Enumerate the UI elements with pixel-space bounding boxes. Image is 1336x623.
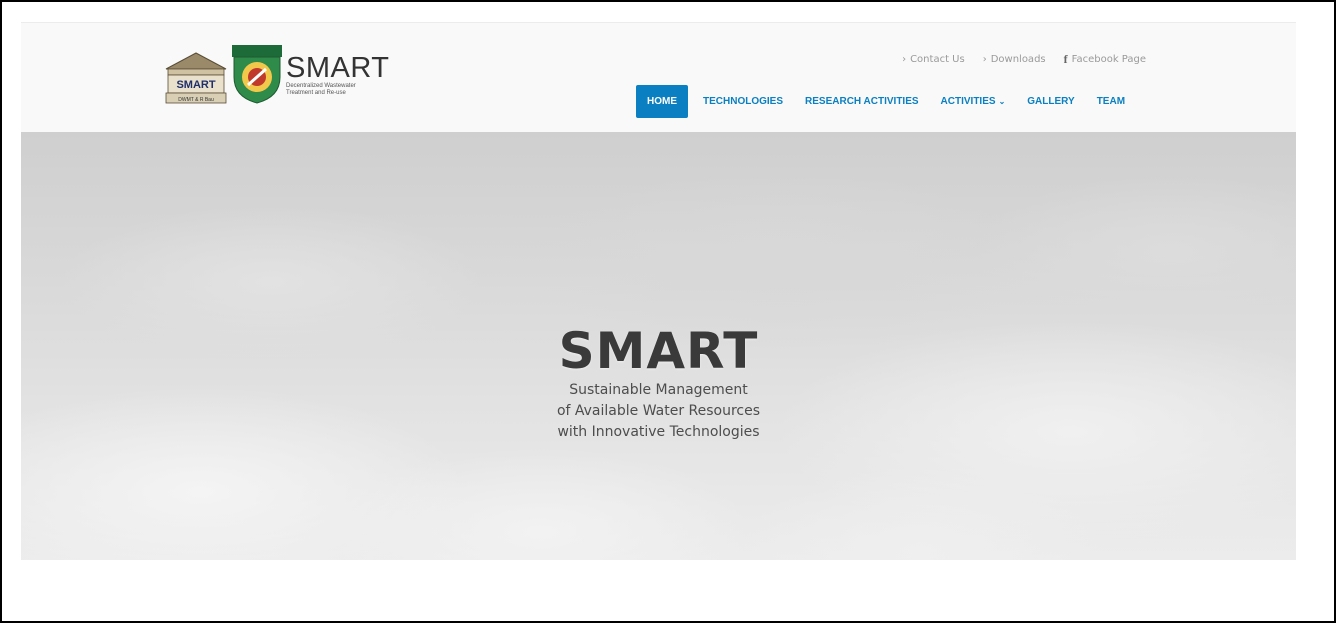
facebook-icon: f: [1063, 52, 1068, 66]
nav-activities[interactable]: ACTIVITIES ⌄: [930, 85, 1017, 118]
nav-activities-label: ACTIVITIES: [940, 96, 996, 107]
website: SMART DWMT & R Bau SMART Decentralized W…: [21, 22, 1296, 560]
building-badge-text: SMART: [176, 79, 215, 91]
hero-tagline-line-1: Sustainable Management: [569, 382, 748, 398]
hero-content: SMART Sustainable Management of Availabl…: [21, 322, 1296, 443]
chevron-right-icon: ›: [982, 54, 987, 65]
university-seal-logo[interactable]: [230, 45, 284, 105]
contact-us-link[interactable]: › Contact Us: [902, 52, 965, 67]
logo-subtitle: Decentralized Wastewater Treatment and R…: [286, 83, 356, 96]
facebook-page-link[interactable]: f Facebook Page: [1064, 52, 1146, 67]
nav-home[interactable]: HOME: [636, 85, 688, 118]
smart-building-logo[interactable]: SMART DWMT & R Bau: [164, 51, 228, 105]
logo-text-block[interactable]: SMART Decentralized Wastewater Treatment…: [286, 53, 416, 97]
hero-banner: SMART Sustainable Management of Availabl…: [21, 132, 1296, 560]
screenshot-frame: SMART DWMT & R Bau SMART Decentralized W…: [0, 0, 1336, 623]
hero-title: SMART: [558, 322, 759, 380]
building-caption: DWMT & R Bau: [178, 97, 214, 103]
hero-tagline-line-2: of Available Water Resources: [556, 403, 761, 419]
top-links: › Contact Us › Downloads f Facebook Page: [902, 52, 1146, 67]
contact-us-label: Contact Us: [910, 54, 965, 65]
nav-gallery[interactable]: GALLERY: [1016, 85, 1085, 118]
nav-research-activities[interactable]: RESEARCH ACTIVITIES: [794, 85, 930, 118]
main-nav: HOME TECHNOLOGIES RESEARCH ACTIVITIES AC…: [636, 85, 1136, 118]
nav-team[interactable]: TEAM: [1086, 85, 1136, 118]
site-header: SMART DWMT & R Bau SMART Decentralized W…: [21, 22, 1296, 132]
logo-title: SMART: [286, 52, 390, 84]
downloads-link[interactable]: › Downloads: [983, 52, 1046, 67]
nav-technologies[interactable]: TECHNOLOGIES: [692, 85, 794, 118]
chevron-right-icon: ›: [902, 54, 907, 65]
hero-tagline-line-3: with Innovative Technologies: [557, 424, 760, 440]
facebook-page-label: Facebook Page: [1071, 54, 1146, 65]
downloads-label: Downloads: [990, 54, 1046, 65]
chevron-down-icon: ⌄: [998, 97, 1006, 106]
